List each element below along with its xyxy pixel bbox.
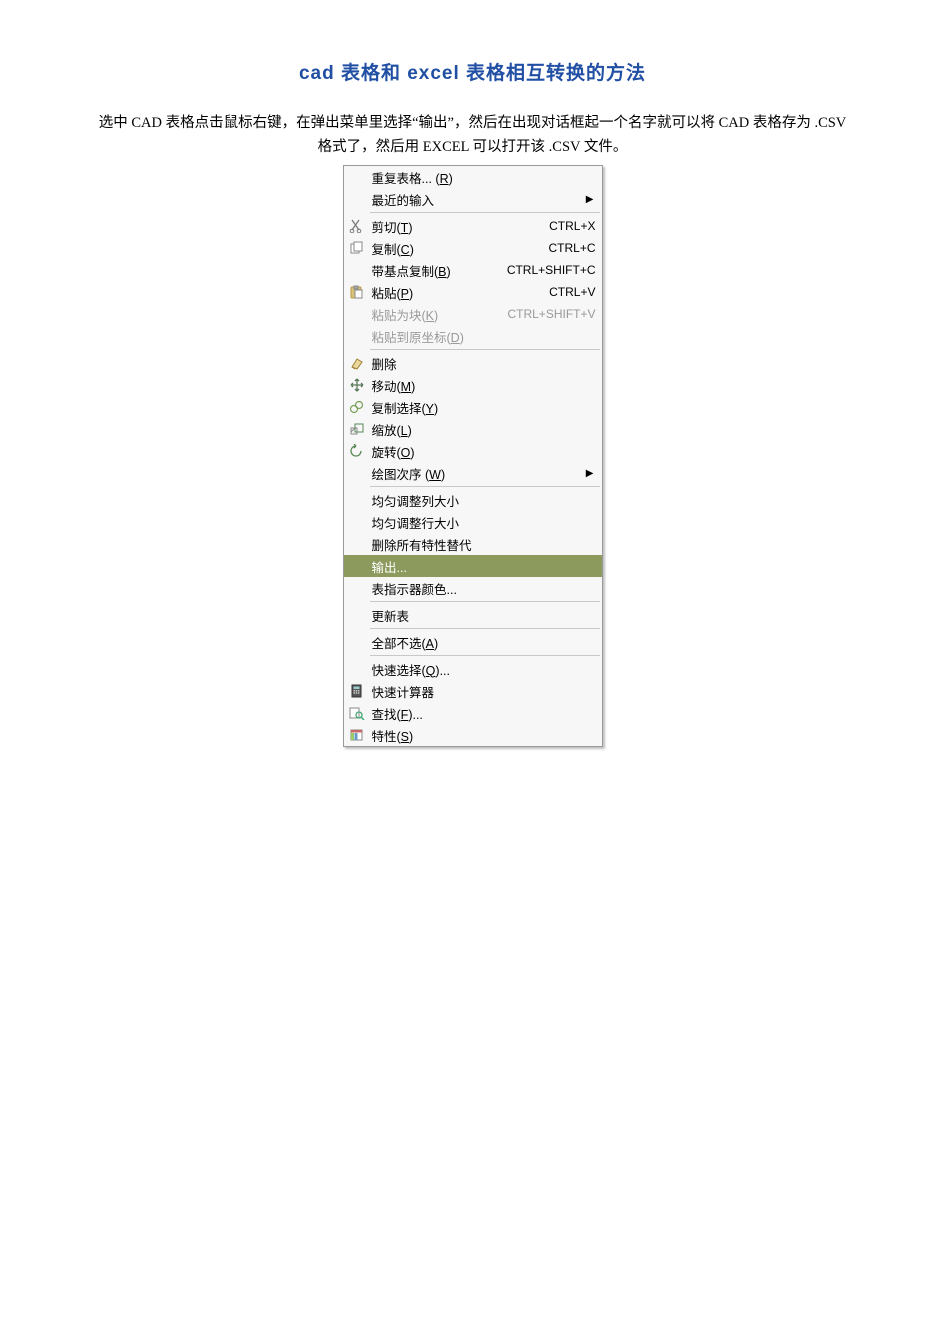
menu-item-copy-base[interactable]: 带基点复制(B) CTRL+SHIFT+C <box>344 259 602 281</box>
menu-item-size-cols[interactable]: 均匀调整列大小 <box>344 489 602 511</box>
context-menu: 重复表格... (R) 最近的输入 ▶ 剪切(T) CTRL+X 复制( <box>343 165 603 747</box>
menu-label: 删除 <box>372 354 596 373</box>
menu-label: 均匀调整列大小 <box>372 491 596 510</box>
menu-shortcut: CTRL+X <box>541 219 595 233</box>
menu-item-paste-block: 粘贴为块(K) CTRL+SHIFT+V <box>344 303 602 325</box>
menu-label: 删除所有特性替代 <box>372 535 596 554</box>
rotate-icon <box>348 443 366 459</box>
menu-label: 最近的输入 <box>372 190 586 209</box>
menu-shortcut: CTRL+V <box>541 285 595 299</box>
blank-icon <box>348 558 366 574</box>
copy-icon <box>348 240 366 256</box>
blank-icon <box>348 262 366 278</box>
find-icon <box>348 705 366 721</box>
menu-item-remove-overrides[interactable]: 删除所有特性替代 <box>344 533 602 555</box>
menu-label: 移动(M) <box>372 376 596 395</box>
blank-icon <box>348 191 366 207</box>
menu-item-draw-order[interactable]: 绘图次序 (W) ▶ <box>344 462 602 484</box>
menu-item-repeat-table[interactable]: 重复表格... (R) <box>344 166 602 188</box>
erase-icon <box>348 355 366 371</box>
move-icon <box>348 377 366 393</box>
menu-shortcut: CTRL+C <box>540 241 595 255</box>
menu-separator <box>370 655 600 656</box>
blank-icon <box>348 465 366 481</box>
menu-separator <box>370 601 600 602</box>
menu-item-rotate[interactable]: 旋转(O) <box>344 440 602 462</box>
menu-item-cut[interactable]: 剪切(T) CTRL+X <box>344 215 602 237</box>
submenu-arrow-icon: ▶ <box>586 194 596 205</box>
blank-icon <box>348 580 366 596</box>
copy-selection-icon <box>348 399 366 415</box>
menu-item-properties[interactable]: 特性(S) <box>344 724 602 746</box>
menu-label: 均匀调整行大小 <box>372 513 596 532</box>
menu-item-size-rows[interactable]: 均匀调整行大小 <box>344 511 602 533</box>
menu-item-paste[interactable]: 粘贴(P) CTRL+V <box>344 281 602 303</box>
menu-item-scale[interactable]: 缩放(L) <box>344 418 602 440</box>
submenu-arrow-icon: ▶ <box>586 468 596 479</box>
cut-icon <box>348 218 366 234</box>
menu-label: 剪切(T) <box>372 217 542 236</box>
menu-label: 更新表 <box>372 606 596 625</box>
blank-icon <box>348 169 366 185</box>
page-title: cad 表格和 excel 表格相互转换的方法 <box>98 58 847 85</box>
blank-icon <box>348 514 366 530</box>
menu-label: 粘贴(P) <box>372 283 542 302</box>
menu-item-copy-selection[interactable]: 复制选择(Y) <box>344 396 602 418</box>
menu-item-export[interactable]: 输出... <box>344 555 602 577</box>
menu-item-move[interactable]: 移动(M) <box>344 374 602 396</box>
scale-icon <box>348 421 366 437</box>
menu-label: 绘图次序 (W) <box>372 464 586 483</box>
menu-label: 缩放(L) <box>372 420 596 439</box>
menu-shortcut: CTRL+SHIFT+V <box>499 307 595 321</box>
paste-icon <box>348 284 366 300</box>
menu-item-quick-calc[interactable]: 快速计算器 <box>344 680 602 702</box>
menu-label: 输出... <box>372 557 596 576</box>
blank-icon <box>348 328 366 344</box>
blank-icon <box>348 661 366 677</box>
menu-label: 复制选择(Y) <box>372 398 596 417</box>
menu-label: 旋转(O) <box>372 442 596 461</box>
menu-label: 快速计算器 <box>372 682 596 701</box>
menu-item-indicator-color[interactable]: 表指示器颜色... <box>344 577 602 599</box>
properties-icon <box>348 727 366 743</box>
menu-item-copy[interactable]: 复制(C) CTRL+C <box>344 237 602 259</box>
blank-icon <box>348 607 366 623</box>
menu-item-find[interactable]: 查找(F)... <box>344 702 602 724</box>
menu-label: 特性(S) <box>372 726 596 745</box>
menu-separator <box>370 212 600 213</box>
menu-label: 查找(F)... <box>372 704 596 723</box>
menu-shortcut: CTRL+SHIFT+C <box>499 263 596 277</box>
menu-item-update-table[interactable]: 更新表 <box>344 604 602 626</box>
menu-label: 表指示器颜色... <box>372 579 596 598</box>
menu-item-deselect-all[interactable]: 全部不选(A) <box>344 631 602 653</box>
menu-label: 全部不选(A) <box>372 633 596 652</box>
menu-item-recent-input[interactable]: 最近的输入 ▶ <box>344 188 602 210</box>
calculator-icon <box>348 683 366 699</box>
menu-label: 带基点复制(B) <box>372 261 499 280</box>
blank-icon <box>348 536 366 552</box>
menu-label: 粘贴到原坐标(D) <box>372 327 596 346</box>
blank-icon <box>348 634 366 650</box>
menu-label: 快速选择(Q)... <box>372 660 596 679</box>
menu-separator <box>370 349 600 350</box>
menu-label: 重复表格... (R) <box>372 168 596 187</box>
menu-item-paste-orig: 粘贴到原坐标(D) <box>344 325 602 347</box>
menu-item-erase[interactable]: 删除 <box>344 352 602 374</box>
menu-item-quick-select[interactable]: 快速选择(Q)... <box>344 658 602 680</box>
menu-label: 复制(C) <box>372 239 541 258</box>
blank-icon <box>348 492 366 508</box>
description-text: 选中 CAD 表格点击鼠标右键，在弹出菜单里选择“输出”，然后在出现对话框起一个… <box>98 111 847 159</box>
menu-separator <box>370 486 600 487</box>
menu-separator <box>370 628 600 629</box>
blank-icon <box>348 306 366 322</box>
menu-label: 粘贴为块(K) <box>372 305 500 324</box>
